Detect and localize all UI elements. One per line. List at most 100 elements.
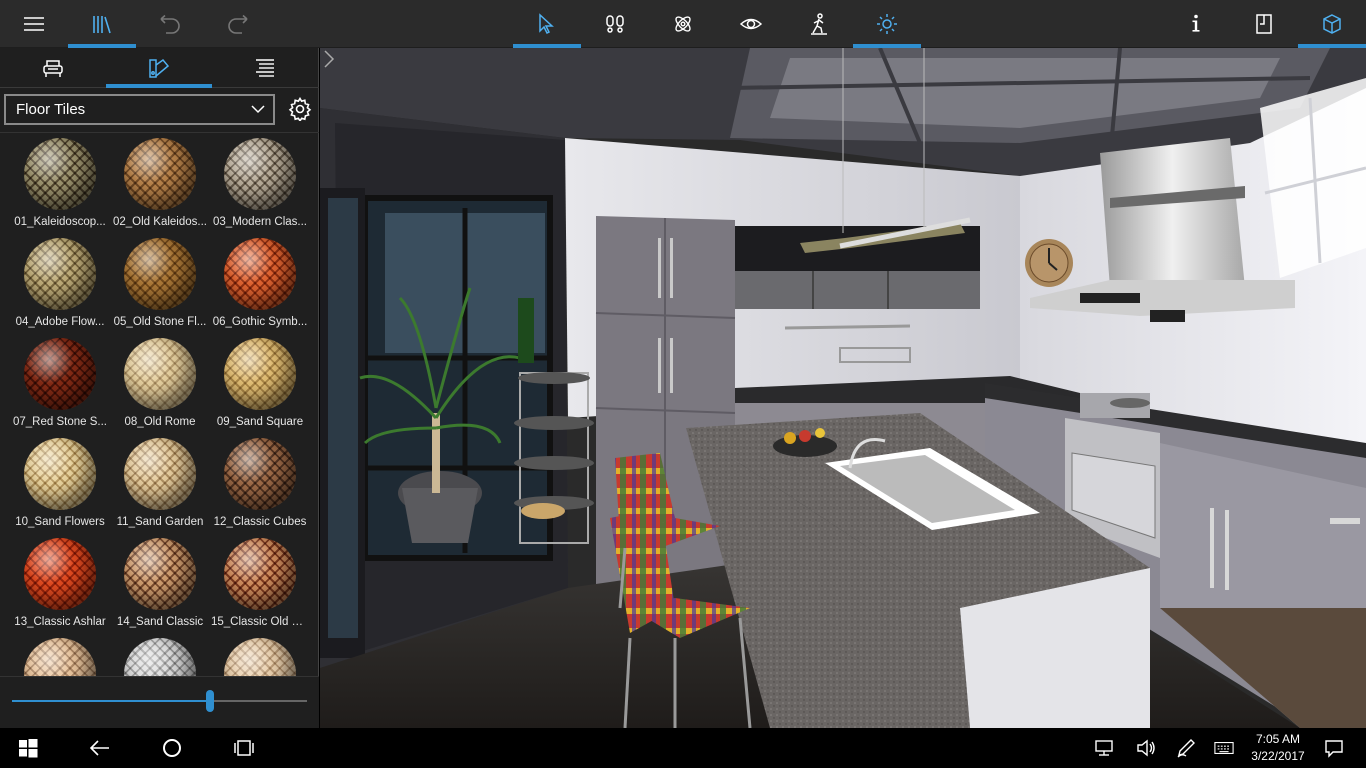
material-label: 12_Classic Cubes bbox=[213, 516, 307, 528]
list-icon bbox=[256, 59, 274, 77]
material-swatch bbox=[124, 138, 196, 210]
search-button[interactable] bbox=[148, 728, 196, 768]
back-button[interactable] bbox=[76, 728, 124, 768]
redo-button[interactable] bbox=[204, 0, 272, 48]
notification-icon bbox=[1325, 740, 1343, 758]
swatches-icon bbox=[149, 58, 170, 78]
slider-fill bbox=[12, 700, 210, 702]
start-button[interactable] bbox=[4, 728, 52, 768]
material-tile[interactable]: 10_Sand Flowers bbox=[10, 435, 110, 535]
task-view-button[interactable] bbox=[220, 728, 268, 768]
tab-list[interactable] bbox=[212, 48, 318, 88]
back-arrow-icon bbox=[90, 740, 109, 756]
door-icon bbox=[1256, 14, 1272, 34]
door-button[interactable] bbox=[1230, 0, 1298, 48]
material-label: 01_Kaleidoscop... bbox=[14, 216, 106, 228]
material-label: 13_Classic Ashlar bbox=[14, 616, 106, 628]
material-tile[interactable]: 05_Old Stone Fl... bbox=[110, 235, 210, 335]
view-tool-button[interactable] bbox=[717, 0, 785, 48]
material-tile[interactable]: 06_Gothic Symb... bbox=[210, 235, 310, 335]
material-tile[interactable]: 02_Old Kaleidos... bbox=[110, 135, 210, 235]
eye-icon bbox=[740, 18, 762, 30]
material-label: 10_Sand Flowers bbox=[15, 516, 105, 528]
panel-tabs bbox=[0, 48, 319, 88]
cube-icon bbox=[1323, 14, 1341, 34]
pen-icon bbox=[1177, 739, 1195, 758]
material-label: 09_Sand Square bbox=[216, 416, 304, 428]
material-tile[interactable]: 07_Red Stone S... bbox=[10, 335, 110, 435]
system-clock[interactable]: 7:05 AM 3/22/2017 bbox=[1246, 731, 1310, 765]
category-dropdown[interactable]: Floor Tiles bbox=[4, 94, 275, 125]
material-tile[interactable] bbox=[210, 635, 310, 676]
task-view-icon bbox=[234, 740, 254, 756]
walk-tool-button[interactable] bbox=[581, 0, 649, 48]
library-button[interactable] bbox=[68, 0, 136, 48]
slider-track[interactable] bbox=[12, 690, 307, 712]
chevron-down-icon bbox=[251, 105, 265, 114]
material-tile[interactable]: 09_Sand Square bbox=[210, 335, 310, 435]
undo-button[interactable] bbox=[136, 0, 204, 48]
material-tile[interactable]: 15_Classic Old C... bbox=[210, 535, 310, 635]
material-tile[interactable] bbox=[10, 635, 110, 676]
material-label: 08_Old Rome bbox=[124, 416, 196, 428]
tab-furniture[interactable] bbox=[0, 48, 106, 88]
materials-tool-button[interactable] bbox=[649, 0, 717, 48]
cursor-icon bbox=[539, 13, 554, 35]
3d-viewport[interactable] bbox=[320, 48, 1366, 728]
slider-thumb[interactable] bbox=[205, 690, 214, 712]
thumbnail-size-slider[interactable] bbox=[0, 676, 319, 728]
network-button[interactable] bbox=[1082, 728, 1126, 768]
clock-time: 7:05 AM bbox=[1255, 732, 1301, 746]
circle-icon bbox=[163, 739, 181, 757]
material-tile[interactable]: 03_Modern Clas... bbox=[210, 135, 310, 235]
material-tile[interactable]: 14_Sand Classic bbox=[110, 535, 210, 635]
material-label: 04_Adobe Flow... bbox=[15, 316, 105, 328]
walking-person-icon bbox=[811, 13, 827, 35]
material-label: 14_Sand Classic bbox=[116, 616, 204, 628]
action-center-button[interactable] bbox=[1312, 728, 1356, 768]
material-swatch bbox=[124, 338, 196, 410]
undo-icon bbox=[160, 14, 180, 34]
material-swatch bbox=[24, 438, 96, 510]
material-tile[interactable] bbox=[110, 635, 210, 676]
select-tool-button[interactable] bbox=[513, 0, 581, 48]
material-swatch bbox=[24, 138, 96, 210]
material-label: 11_Sand Garden bbox=[116, 516, 204, 528]
material-swatch bbox=[24, 638, 96, 676]
material-tile[interactable]: 04_Adobe Flow... bbox=[10, 235, 110, 335]
atom-icon bbox=[675, 16, 691, 32]
expand-panel-arrow-icon[interactable] bbox=[320, 48, 338, 70]
person-tool-button[interactable] bbox=[785, 0, 853, 48]
windows-icon bbox=[19, 739, 38, 758]
material-swatch bbox=[24, 338, 96, 410]
material-tile[interactable]: 11_Sand Garden bbox=[110, 435, 210, 535]
category-label: Floor Tiles bbox=[16, 101, 86, 118]
info-icon bbox=[1192, 14, 1200, 32]
armchair-icon bbox=[43, 60, 63, 77]
volume-button[interactable] bbox=[1124, 728, 1168, 768]
material-swatch bbox=[124, 438, 196, 510]
light-tool-button[interactable] bbox=[853, 0, 921, 48]
material-tile[interactable]: 12_Classic Cubes bbox=[210, 435, 310, 535]
keyboard-button[interactable] bbox=[1202, 728, 1246, 768]
material-tile[interactable]: 01_Kaleidoscop... bbox=[10, 135, 110, 235]
material-label: 15_Classic Old C... bbox=[211, 616, 309, 628]
material-tile[interactable]: 13_Classic Ashlar bbox=[10, 535, 110, 635]
keyboard-icon bbox=[1214, 742, 1234, 754]
redo-icon bbox=[228, 14, 248, 34]
material-swatch bbox=[224, 338, 296, 410]
material-swatch bbox=[124, 238, 196, 310]
material-swatch bbox=[224, 538, 296, 610]
material-tile[interactable]: 08_Old Rome bbox=[110, 335, 210, 435]
material-swatch bbox=[224, 438, 296, 510]
material-label: 06_Gothic Symb... bbox=[212, 316, 308, 328]
gear-icon[interactable] bbox=[288, 97, 312, 121]
tab-materials[interactable] bbox=[106, 48, 212, 88]
view-3d-button[interactable] bbox=[1298, 0, 1366, 48]
material-swatch bbox=[24, 238, 96, 310]
info-button[interactable] bbox=[1162, 0, 1230, 48]
material-label: 03_Modern Clas... bbox=[213, 216, 307, 228]
menu-button[interactable] bbox=[0, 0, 68, 48]
top-toolbar bbox=[0, 0, 1366, 48]
kitchen-3d-render bbox=[320, 48, 1366, 728]
